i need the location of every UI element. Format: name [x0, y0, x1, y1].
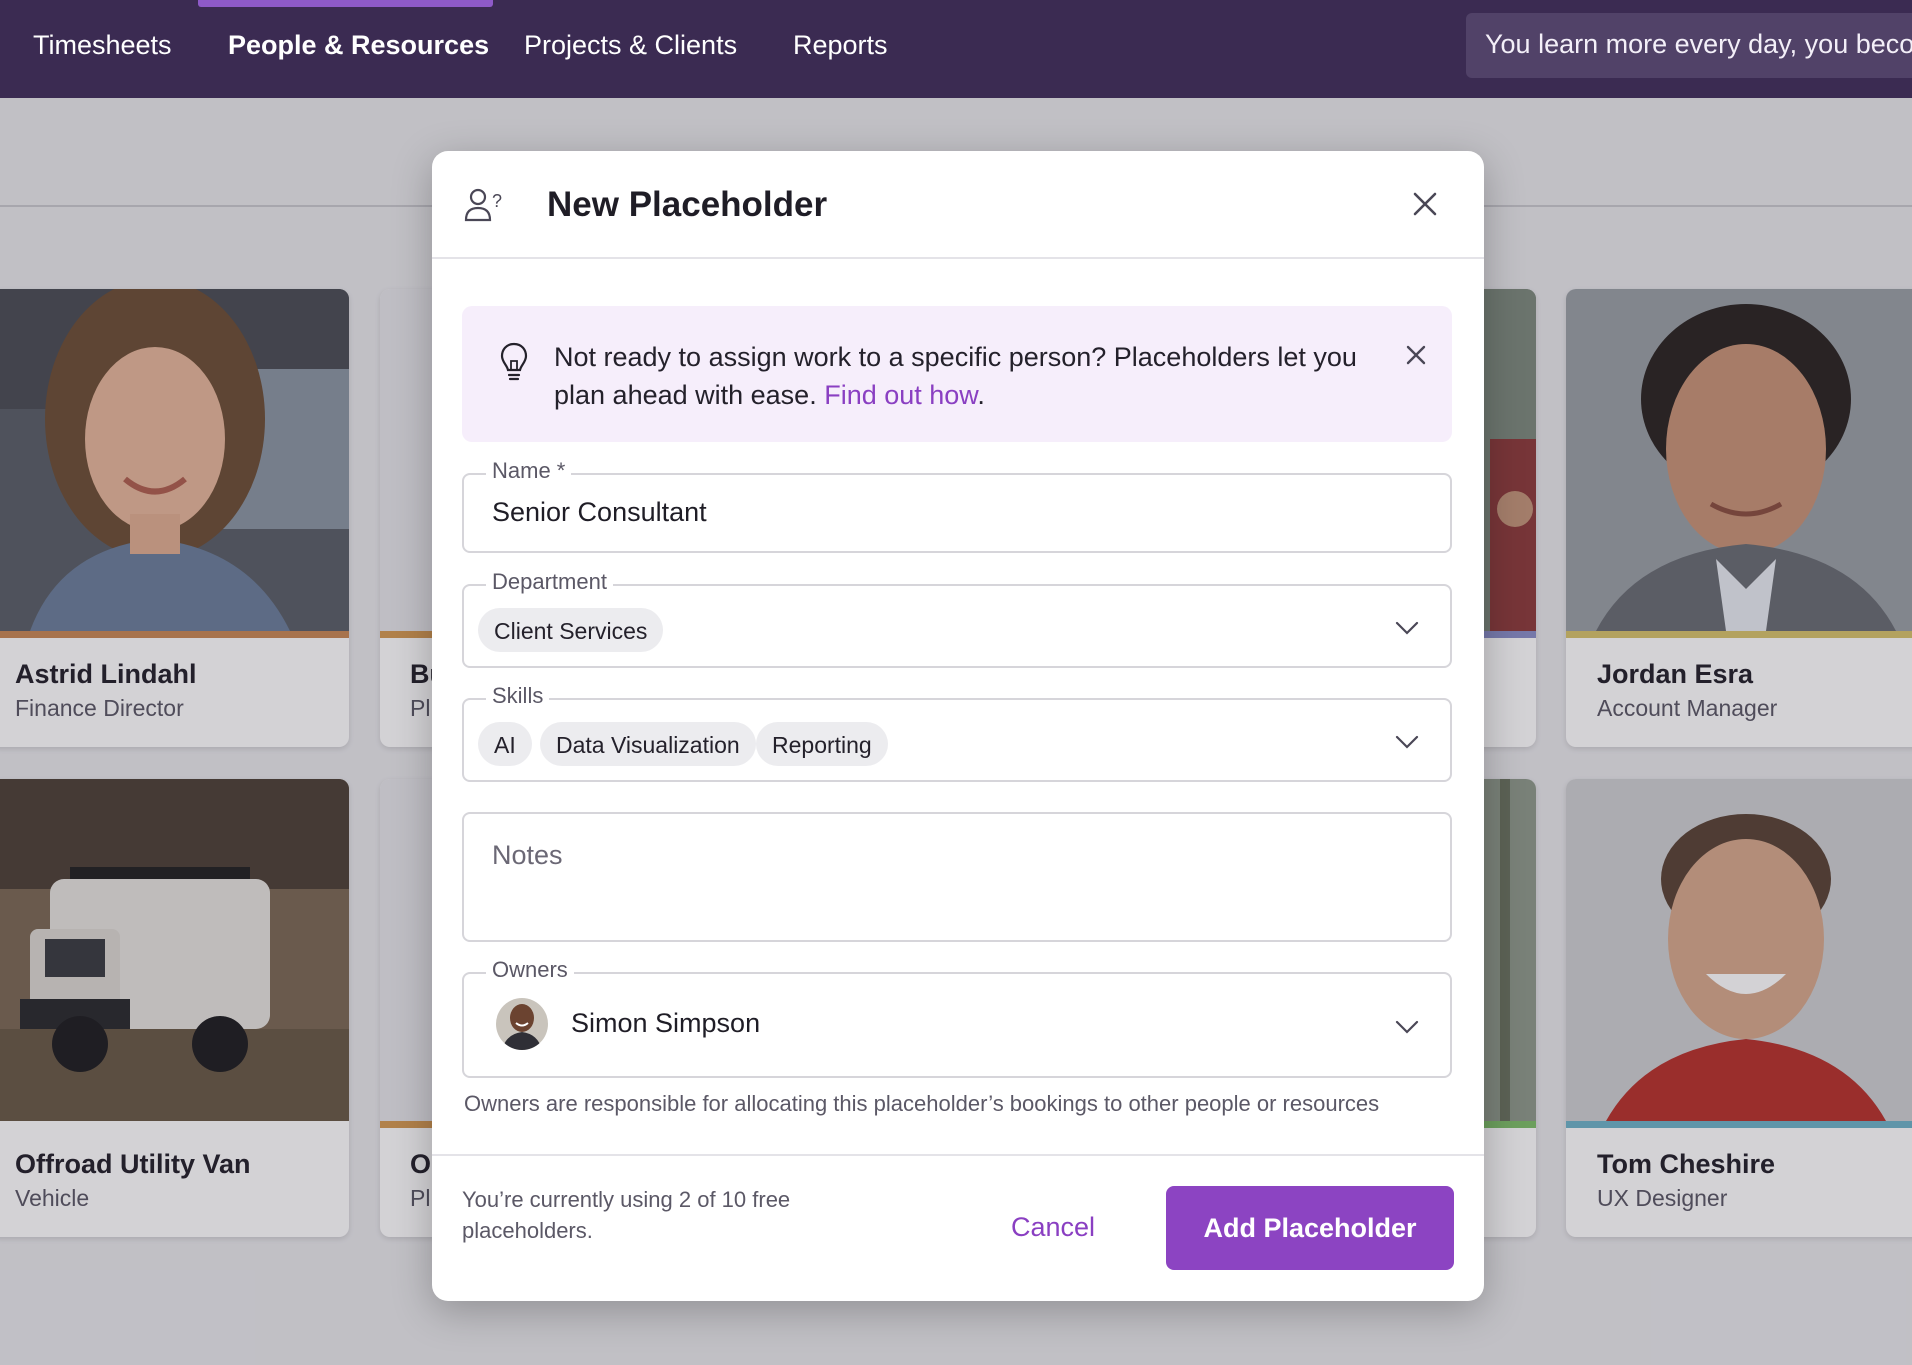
chevron-down-icon[interactable]	[1394, 734, 1420, 750]
name-input[interactable]: Senior Consultant	[492, 497, 707, 528]
nav-people-resources[interactable]: People & Resources	[228, 30, 489, 61]
dialog-header: ? New Placeholder	[432, 151, 1484, 259]
dialog-footer: You’re currently using 2 of 10 free plac…	[432, 1154, 1484, 1301]
skill-chip[interactable]: Reporting	[756, 722, 888, 766]
lightbulb-icon	[500, 342, 528, 381]
owner-avatar	[496, 998, 548, 1050]
name-field[interactable]: Name * Senior Consultant	[462, 458, 1452, 553]
info-banner-text: Not ready to assign work to a specific p…	[554, 338, 1374, 414]
tip-of-the-day: You learn more every day, you becom	[1466, 13, 1912, 78]
notes-placeholder: Notes	[492, 840, 563, 870]
chevron-down-icon[interactable]	[1394, 620, 1420, 636]
placeholder-person-icon: ?	[464, 188, 502, 222]
nav-reports[interactable]: Reports	[793, 30, 888, 61]
nav-projects-clients[interactable]: Projects & Clients	[524, 30, 737, 61]
svg-text:?: ?	[492, 191, 502, 211]
owners-select[interactable]: Owners Simon Simpson	[462, 957, 1452, 1078]
department-select[interactable]: Department Client Services	[462, 569, 1452, 668]
department-label: Department	[486, 569, 613, 595]
info-banner-period: .	[977, 380, 985, 410]
cancel-button[interactable]: Cancel	[992, 1186, 1114, 1268]
placeholder-usage-note: You’re currently using 2 of 10 free plac…	[462, 1187, 791, 1243]
dismiss-banner-icon[interactable]	[1402, 341, 1430, 369]
close-icon[interactable]	[1406, 185, 1444, 223]
owners-help-text: Owners are responsible for allocating th…	[464, 1091, 1380, 1116]
skills-label: Skills	[486, 683, 550, 709]
info-banner: Not ready to assign work to a specific p…	[462, 306, 1452, 442]
name-label: Name *	[486, 458, 572, 484]
new-placeholder-dialog: ? New Placeholder Not ready to assign wo…	[432, 151, 1484, 1301]
find-out-how-link[interactable]: Find out how	[824, 380, 977, 410]
notes-textarea[interactable]: Notes	[462, 812, 1452, 942]
owners-label: Owners	[486, 957, 574, 983]
skill-chip[interactable]: AI	[478, 722, 532, 766]
top-navigation: Timesheets People & Resources Projects &…	[0, 0, 1912, 98]
dialog-title: New Placeholder	[547, 185, 828, 224]
skills-select[interactable]: Skills AI Data Visualization Reporting	[462, 683, 1452, 782]
skill-chip[interactable]: Data Visualization	[540, 722, 756, 766]
chevron-down-icon[interactable]	[1394, 1019, 1420, 1035]
owner-name: Simon Simpson	[571, 1008, 761, 1038]
add-placeholder-button[interactable]: Add Placeholder	[1166, 1186, 1454, 1270]
department-chip[interactable]: Client Services	[478, 608, 664, 652]
active-tab-indicator	[198, 0, 493, 7]
nav-timesheets[interactable]: Timesheets	[33, 30, 172, 61]
